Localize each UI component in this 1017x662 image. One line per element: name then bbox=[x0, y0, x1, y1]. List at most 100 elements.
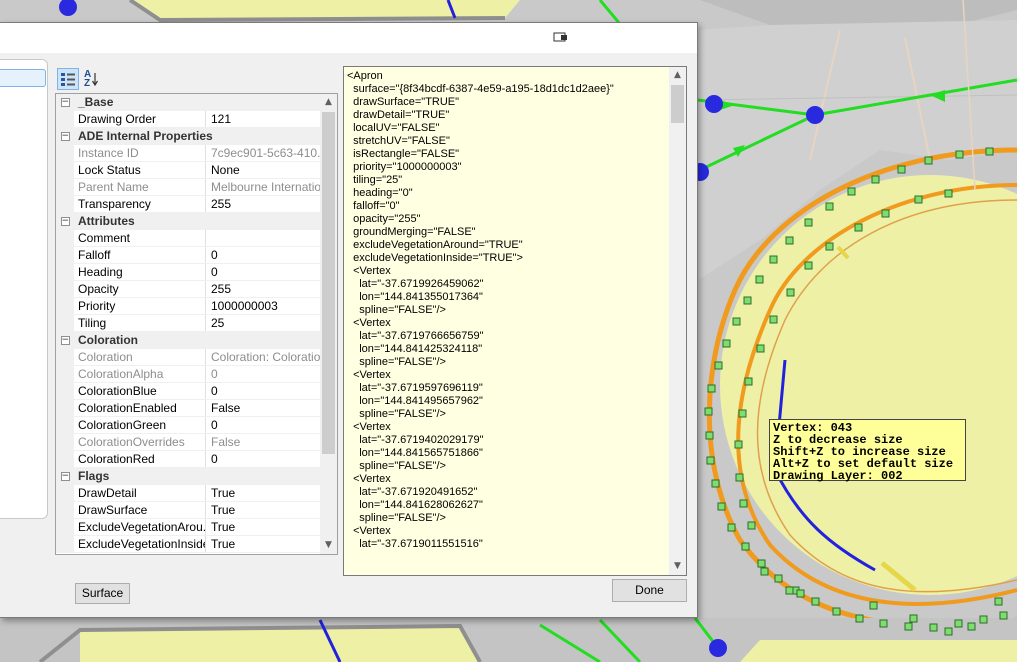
property-row[interactable]: Coloration Coloration: Coloration bbox=[56, 349, 322, 366]
property-grid-scrollbar[interactable]: ▲ ▼ bbox=[320, 94, 337, 554]
property-value[interactable]: True bbox=[206, 502, 322, 518]
property-row[interactable]: ExcludeVegetationInside True bbox=[56, 536, 322, 553]
property-name: Parent Name bbox=[74, 179, 206, 195]
property-name: DrawDetail bbox=[74, 485, 206, 501]
property-row[interactable]: Heading 0 bbox=[56, 264, 322, 281]
property-name: Transparency bbox=[74, 196, 206, 212]
property-name: Lock Status bbox=[74, 162, 206, 178]
vertex-tooltip: Vertex: 043 Z to decrease size Shift+Z t… bbox=[769, 419, 966, 483]
alphabetical-sort-icon: AZ bbox=[84, 69, 92, 89]
property-value[interactable]: 0 bbox=[206, 383, 322, 399]
property-row[interactable]: Priority 1000000003 bbox=[56, 298, 322, 315]
restore-window-icon[interactable] bbox=[553, 31, 569, 43]
property-row[interactable]: Parent Name Melbourne Internatio... bbox=[56, 179, 322, 196]
xml-source-view[interactable]: <Apron surface="{8f34bcdf-6387-4e59-a195… bbox=[343, 66, 687, 576]
category-label: Flags bbox=[78, 469, 110, 483]
done-button[interactable]: Done bbox=[612, 579, 687, 602]
property-name: ExcludeVegetationArou... bbox=[74, 519, 206, 535]
property-value[interactable] bbox=[206, 230, 322, 246]
property-value[interactable]: 0 bbox=[206, 247, 322, 263]
property-value[interactable]: True bbox=[206, 485, 322, 501]
property-row[interactable]: Falloff 0 bbox=[56, 247, 322, 264]
property-name: Heading bbox=[74, 264, 206, 280]
property-category[interactable]: − Attributes bbox=[56, 213, 322, 230]
collapse-icon[interactable]: − bbox=[56, 213, 74, 229]
property-value[interactable]: 1000000003 bbox=[206, 298, 322, 314]
property-value[interactable]: 255 bbox=[206, 196, 322, 212]
property-name: ColorationGreen bbox=[74, 417, 206, 433]
property-row[interactable]: Lock Status None bbox=[56, 162, 322, 179]
property-name: Tiling bbox=[74, 315, 206, 331]
property-category[interactable]: − Flags bbox=[56, 468, 322, 485]
property-row[interactable]: ColorationOverrides False bbox=[56, 434, 322, 451]
properties-dialog: AZ − _Base Drawing Order 121− ADE Internal P… bbox=[0, 22, 698, 618]
property-row[interactable]: Tiling 25 bbox=[56, 315, 322, 332]
xml-source-text[interactable]: <Apron surface="{8f34bcdf-6387-4e59-a195… bbox=[347, 70, 665, 551]
property-row[interactable]: ExcludeVegetationArou... True bbox=[56, 519, 322, 536]
dialog-titlebar[interactable] bbox=[0, 23, 697, 53]
property-category[interactable]: − _Base bbox=[56, 94, 322, 111]
property-value[interactable]: True bbox=[206, 519, 322, 535]
property-name: ExcludeVegetationInside bbox=[74, 536, 206, 552]
property-row[interactable]: ColorationRed 0 bbox=[56, 451, 322, 468]
property-value: False bbox=[211, 435, 241, 449]
property-value: 7c9ec901-5c63-410... bbox=[211, 146, 322, 160]
collapse-icon[interactable]: − bbox=[56, 94, 74, 110]
scroll-thumb[interactable] bbox=[322, 112, 335, 454]
property-value[interactable]: False bbox=[206, 400, 322, 416]
tooltip-line: Drawing Layer: 002 bbox=[773, 469, 903, 483]
scroll-down-arrow-icon[interactable]: ▼ bbox=[669, 558, 686, 575]
property-value[interactable]: 255 bbox=[206, 281, 322, 297]
scroll-thumb[interactable] bbox=[671, 85, 684, 123]
property-value[interactable]: 25 bbox=[206, 315, 322, 331]
property-row[interactable]: Comment bbox=[56, 230, 322, 247]
surface-button[interactable]: Surface bbox=[75, 583, 130, 604]
property-name: Falloff bbox=[74, 247, 206, 263]
collapse-icon[interactable]: − bbox=[56, 128, 74, 144]
property-category[interactable]: − Coloration bbox=[56, 332, 322, 349]
property-row[interactable]: ColorationEnabled False bbox=[56, 400, 322, 417]
property-name: ColorationRed bbox=[74, 451, 206, 467]
selected-list-item[interactable] bbox=[0, 69, 46, 87]
property-value[interactable]: 0 bbox=[206, 451, 322, 467]
property-value[interactable]: True bbox=[206, 536, 322, 552]
property-name: Comment bbox=[74, 230, 206, 246]
categorized-view-button[interactable] bbox=[57, 68, 79, 90]
property-name: ColorationOverrides bbox=[74, 434, 206, 450]
category-label: ADE Internal Properties bbox=[78, 129, 213, 143]
property-row[interactable]: ColorationAlpha 0 bbox=[56, 366, 322, 383]
scroll-up-arrow-icon[interactable]: ▲ bbox=[669, 67, 686, 84]
property-row[interactable]: ColorationBlue 0 bbox=[56, 383, 322, 400]
scroll-down-arrow-icon[interactable]: ▼ bbox=[320, 537, 337, 554]
property-grid[interactable]: − _Base Drawing Order 121− ADE Internal Prop… bbox=[55, 93, 338, 555]
xml-scrollbar[interactable]: ▲ ▼ bbox=[669, 67, 686, 575]
property-name: ColorationBlue bbox=[74, 383, 206, 399]
scroll-up-arrow-icon[interactable]: ▲ bbox=[320, 94, 337, 111]
property-row[interactable]: DrawDetail True bbox=[56, 485, 322, 502]
collapse-icon[interactable]: − bbox=[56, 468, 74, 484]
property-row[interactable]: Drawing Order 121 bbox=[56, 111, 322, 128]
property-row[interactable]: ColorationGreen 0 bbox=[56, 417, 322, 434]
property-row[interactable]: DrawSurface True bbox=[56, 502, 322, 519]
category-label: Attributes bbox=[78, 214, 135, 228]
category-label: Coloration bbox=[78, 333, 138, 347]
property-category[interactable]: − ADE Internal Properties bbox=[56, 128, 322, 145]
category-label: _Base bbox=[78, 95, 114, 109]
property-value: Melbourne Internatio... bbox=[211, 180, 322, 194]
collapse-icon[interactable]: − bbox=[56, 332, 74, 348]
property-row[interactable]: Opacity 255 bbox=[56, 281, 322, 298]
property-name: ColorationAlpha bbox=[74, 366, 206, 382]
property-name: Instance ID bbox=[74, 145, 206, 161]
object-list-panel[interactable] bbox=[0, 59, 48, 519]
property-value[interactable]: None bbox=[206, 162, 322, 178]
categorized-icon bbox=[61, 73, 75, 86]
property-name: ColorationEnabled bbox=[74, 400, 206, 416]
property-value[interactable]: 0 bbox=[206, 417, 322, 433]
property-name: Opacity bbox=[74, 281, 206, 297]
property-row[interactable]: Transparency 255 bbox=[56, 196, 322, 213]
property-value: 0 bbox=[211, 367, 218, 381]
property-value[interactable]: 0 bbox=[206, 264, 322, 280]
alphabetical-view-button[interactable]: AZ bbox=[80, 68, 102, 90]
property-value[interactable]: 121 bbox=[206, 111, 322, 127]
property-row[interactable]: Instance ID 7c9ec901-5c63-410... bbox=[56, 145, 322, 162]
